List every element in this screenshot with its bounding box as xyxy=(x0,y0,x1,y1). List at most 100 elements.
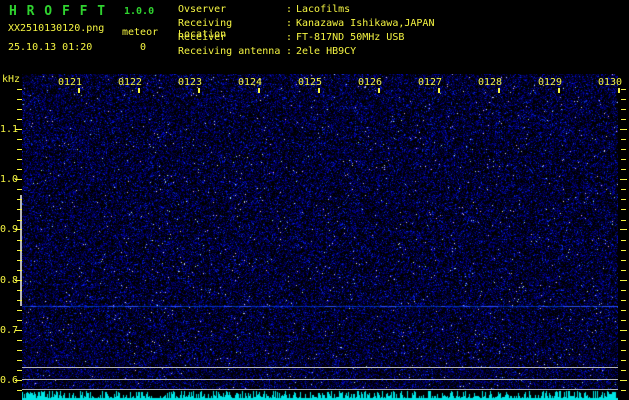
y-axis-major-tick xyxy=(620,380,627,381)
y-axis-minor-tick xyxy=(621,390,626,391)
station-info-row: Ovserver: Lacofilms xyxy=(178,4,434,18)
y-axis-minor-tick xyxy=(17,99,22,100)
y-axis-major-tick xyxy=(15,129,22,130)
y-axis-major-tick xyxy=(620,229,627,230)
y-axis-minor-tick xyxy=(17,119,22,120)
y-axis-minor-tick xyxy=(621,109,626,110)
y-axis-minor-tick xyxy=(17,310,22,311)
station-row-label: Ovserver xyxy=(178,4,227,15)
y-axis-major-tick xyxy=(15,280,22,281)
y-axis-major-tick xyxy=(15,179,22,180)
y-axis-minor-tick xyxy=(621,189,626,190)
y-axis-minor-tick xyxy=(621,119,626,120)
x-axis-tick xyxy=(198,88,200,93)
y-axis-minor-tick xyxy=(621,169,626,170)
y-axis-minor-tick xyxy=(17,220,22,221)
y-axis-minor-tick xyxy=(17,199,22,200)
station-row-label: Receiving antenna xyxy=(178,46,281,57)
x-axis-time-label: 0129 xyxy=(537,77,563,88)
y-axis-minor-tick xyxy=(17,370,22,371)
y-axis-minor-tick xyxy=(17,209,22,210)
x-axis-tick xyxy=(558,88,560,93)
station-row-separator: : xyxy=(286,18,293,29)
y-axis-major-tick xyxy=(15,229,22,230)
y-axis-minor-tick xyxy=(17,270,22,271)
station-info-row: Receiving antenna:2ele HB9CY xyxy=(178,46,434,60)
y-axis-minor-tick xyxy=(17,360,22,361)
x-axis-tick xyxy=(498,88,500,93)
y-axis-major-tick xyxy=(15,380,22,381)
station-row-value: Lacofilms xyxy=(296,4,351,15)
y-axis-minor-tick xyxy=(621,270,626,271)
y-axis-minor-tick xyxy=(621,240,626,241)
y-axis-major-tick xyxy=(15,330,22,331)
x-axis-tick xyxy=(438,88,440,93)
y-axis-minor-tick xyxy=(17,149,22,150)
y-axis-minor-tick xyxy=(621,139,626,140)
y-axis-minor-tick xyxy=(621,290,626,291)
app-version: 1.0.0 xyxy=(124,6,155,17)
y-axis-minor-tick xyxy=(621,99,626,100)
level-reference-line xyxy=(22,389,618,390)
y-axis-minor-tick xyxy=(621,199,626,200)
y-axis-minor-tick xyxy=(17,260,22,261)
capture-timestamp: 25.10.13 01:20 xyxy=(8,42,93,53)
y-axis-minor-tick xyxy=(621,149,626,150)
signal-level-trace-canvas xyxy=(22,390,618,400)
x-axis-time-label: 0124 xyxy=(237,77,263,88)
y-axis-minor-tick xyxy=(621,360,626,361)
y-axis-frequency-label: 0.7 xyxy=(0,325,19,336)
y-axis-major-tick xyxy=(620,129,627,130)
station-info-row: Receiving Location: Kanazawa Ishikawa,JAP… xyxy=(178,18,435,40)
x-axis-time-label: 0125 xyxy=(297,77,323,88)
y-axis-frequency-label: 0.8 xyxy=(0,275,19,286)
x-axis-time-label: 0127 xyxy=(417,77,443,88)
y-axis-major-tick xyxy=(620,179,627,180)
y-axis-minor-tick xyxy=(17,290,22,291)
y-axis-minor-tick xyxy=(17,169,22,170)
station-row-value: 2ele HB9CY xyxy=(296,46,357,57)
station-row-separator: : xyxy=(286,32,293,43)
y-axis-frequency-label: 1.1 xyxy=(0,124,19,135)
x-axis-tick xyxy=(138,88,140,93)
y-axis-minor-tick xyxy=(621,310,626,311)
y-axis-minor-tick xyxy=(621,89,626,90)
x-axis-tick xyxy=(618,88,620,93)
y-axis-frequency-label: 0.6 xyxy=(0,375,19,386)
station-row-label: Receiver xyxy=(178,32,227,43)
y-axis-minor-tick xyxy=(621,300,626,301)
x-axis-time-label: 0130 xyxy=(597,77,623,88)
x-axis-time-label: 0123 xyxy=(177,77,203,88)
y-axis-minor-tick xyxy=(621,209,626,210)
level-reference-line xyxy=(22,367,618,368)
y-axis-minor-tick xyxy=(17,320,22,321)
hrofft-window: H R O F F T 1.0.0 XX2510130120.png meteo… xyxy=(0,0,629,400)
station-info-block: Ovserver: Lacofilms Receiving Location: Kan… xyxy=(178,4,434,60)
x-axis-time-label: 0121 xyxy=(57,77,83,88)
x-axis-tick xyxy=(378,88,380,93)
y-axis-unit-label: kHz xyxy=(2,74,21,85)
y-axis-frequency-label: 0.9 xyxy=(0,224,19,235)
app-title: H R O F F T xyxy=(9,4,107,19)
capture-filename: XX2510130120.png xyxy=(8,23,105,34)
y-axis-minor-tick xyxy=(621,370,626,371)
x-axis-time-label: 0126 xyxy=(357,77,383,88)
y-axis-major-tick xyxy=(620,330,627,331)
y-axis-minor-tick xyxy=(621,340,626,341)
y-axis-minor-tick xyxy=(621,250,626,251)
station-row-value: Kanazawa Ishikawa,JAPAN xyxy=(296,18,435,29)
station-row-value: FT-817ND 50MHz USB xyxy=(296,32,405,43)
station-row-separator: : xyxy=(286,4,293,15)
y-axis-minor-tick xyxy=(17,350,22,351)
y-axis-minor-tick xyxy=(17,189,22,190)
y-axis-minor-tick xyxy=(621,260,626,261)
y-axis-minor-tick xyxy=(621,159,626,160)
y-axis-minor-tick xyxy=(17,300,22,301)
y-axis-minor-tick xyxy=(17,89,22,90)
y-axis-minor-tick xyxy=(621,350,626,351)
y-axis-minor-tick xyxy=(17,109,22,110)
y-axis-frequency-label: 1.0 xyxy=(0,174,19,185)
observation-mode-label: meteor xyxy=(122,27,159,38)
y-axis-minor-tick xyxy=(621,320,626,321)
x-axis-time-label: 0122 xyxy=(117,77,143,88)
